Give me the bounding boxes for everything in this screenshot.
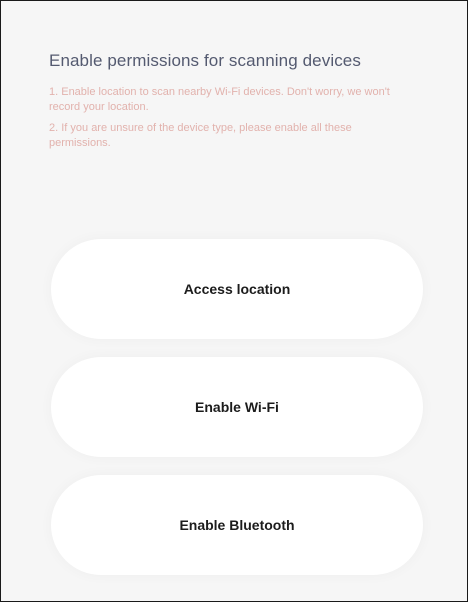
location-description: 1. Enable location to scan nearby Wi-Fi … xyxy=(49,86,390,113)
access-location-button[interactable]: Access location xyxy=(51,239,423,339)
device-type-description: 2. If you are unsure of the device type,… xyxy=(49,122,352,149)
page-title: Enable permissions for scanning devices xyxy=(49,51,361,70)
enable-wifi-button[interactable]: Enable Wi-Fi xyxy=(51,357,423,457)
permissions-screen: Enable permissions for scanning devices … xyxy=(0,0,468,602)
permission-actions: Access location Enable Wi-Fi Enable Blue… xyxy=(51,239,423,593)
enable-bluetooth-label: Enable Bluetooth xyxy=(179,517,295,533)
access-location-label: Access location xyxy=(183,281,291,297)
enable-wifi-label: Enable Wi-Fi xyxy=(195,399,279,415)
enable-bluetooth-button[interactable]: Enable Bluetooth xyxy=(51,475,423,575)
permissions-header: Enable permissions for scanning devices … xyxy=(49,51,439,151)
